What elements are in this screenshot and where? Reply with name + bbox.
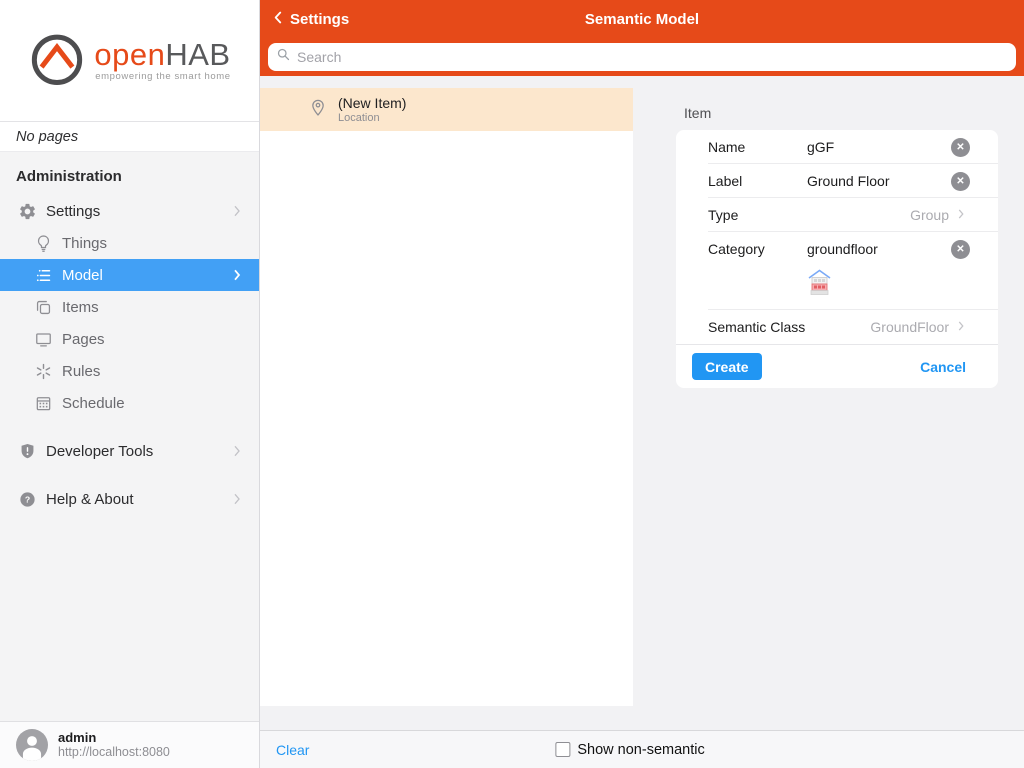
- search-icon: [276, 47, 291, 67]
- sidebar-item-label: Model: [62, 267, 103, 284]
- items-copy-icon: [33, 297, 53, 317]
- model-tree-panel: (New Item) Location: [260, 88, 633, 706]
- sidebar-item-label: Schedule: [62, 395, 125, 412]
- chevron-right-icon: [229, 491, 245, 507]
- sidebar-item-label: Rules: [62, 363, 100, 380]
- chevron-right-icon: [229, 203, 245, 219]
- rules-spark-icon: [33, 361, 53, 381]
- chevron-right-icon: [229, 443, 245, 459]
- searchbar: [260, 38, 1024, 76]
- item-detail-panel: Item Name ✕ Label ✕ Type Group: [676, 105, 998, 388]
- back-button-label: Settings: [290, 11, 349, 28]
- openhab-logo-mark-icon: [28, 29, 86, 92]
- avatar: [16, 729, 48, 761]
- field-label: Type: [708, 207, 807, 223]
- sidebar-item-settings[interactable]: Settings: [0, 195, 259, 227]
- chevron-right-icon: [954, 207, 968, 224]
- sidebar-menu: Administration Settings Things Model: [0, 152, 259, 721]
- clear-input-icon[interactable]: ✕: [951, 240, 970, 259]
- content: (New Item) Location Item Name ✕ Label ✕: [260, 76, 1024, 730]
- category-icon-preview: [676, 266, 998, 310]
- user-url: http://localhost:8080: [58, 745, 170, 760]
- clear-button[interactable]: Clear: [276, 742, 309, 758]
- sidebar-item-label: Items: [62, 299, 99, 316]
- sidebar-item-things[interactable]: Things: [0, 227, 259, 259]
- sidebar-item-schedule[interactable]: Schedule: [0, 387, 259, 419]
- model-tree-icon: [33, 265, 53, 285]
- sidebar-item-rules[interactable]: Rules: [0, 355, 259, 387]
- shield-exclamation-icon: [17, 441, 37, 461]
- tree-item-subtitle: Location: [338, 112, 406, 125]
- navbar: Settings Semantic Model: [260, 0, 1024, 38]
- show-non-semantic-toggle[interactable]: Show non-semantic: [555, 742, 704, 758]
- form-footer: Create Cancel: [676, 344, 998, 388]
- form-row-category: Category ✕: [676, 232, 998, 266]
- item-form-card: Name ✕ Label ✕ Type Group: [676, 130, 998, 388]
- back-button[interactable]: Settings: [270, 0, 349, 38]
- schedule-calendar-icon: [33, 393, 53, 413]
- sidebar-item-label: Pages: [62, 331, 105, 348]
- pages-monitor-icon: [33, 329, 53, 349]
- cancel-button[interactable]: Cancel: [920, 359, 966, 375]
- tree-item-new-item[interactable]: (New Item) Location: [260, 88, 633, 131]
- sidebar-item-label: Things: [62, 235, 107, 252]
- sidebar-item-model[interactable]: Model: [0, 259, 259, 291]
- question-circle-icon: ?: [17, 489, 37, 509]
- form-row-name: Name ✕: [676, 130, 998, 164]
- sidebar-item-help-about[interactable]: ? Help & About: [0, 483, 259, 515]
- sidebar-item-items[interactable]: Items: [0, 291, 259, 323]
- lightbulb-icon: [33, 233, 53, 253]
- semantic-class-select[interactable]: GroundFloor: [870, 319, 970, 336]
- openhab-logo: openHAB empowering the smart home: [0, 0, 259, 121]
- search-field[interactable]: [268, 43, 1016, 71]
- create-button[interactable]: Create: [692, 353, 762, 380]
- sidebar-item-pages[interactable]: Pages: [0, 323, 259, 355]
- name-input[interactable]: [807, 139, 951, 155]
- field-label: Label: [708, 173, 807, 189]
- item-block-title: Item: [684, 105, 998, 121]
- brand-name: openHAB: [94, 40, 230, 70]
- chevron-right-icon: [229, 267, 245, 283]
- category-input[interactable]: [807, 241, 951, 257]
- search-input[interactable]: [297, 49, 1016, 65]
- page-title: Semantic Model: [260, 0, 1024, 38]
- no-pages-label: No pages: [0, 121, 259, 152]
- chevron-right-icon: [954, 319, 968, 336]
- sidebar-item-label: Help & About: [46, 491, 134, 508]
- groundfloor-icon: [806, 284, 833, 301]
- field-label: Semantic Class: [708, 319, 807, 335]
- sidebar: openHAB empowering the smart home No pag…: [0, 0, 260, 768]
- label-input[interactable]: [807, 173, 951, 189]
- sidebar-item-label: Developer Tools: [46, 443, 153, 460]
- type-select[interactable]: Group: [910, 207, 970, 224]
- clear-input-icon[interactable]: ✕: [951, 172, 970, 191]
- checkbox-label: Show non-semantic: [577, 742, 704, 758]
- sidebar-item-developer-tools[interactable]: Developer Tools: [0, 435, 259, 467]
- user-name: admin: [58, 730, 170, 745]
- form-row-semantic-class: Semantic Class GroundFloor: [676, 310, 998, 344]
- svg-text:?: ?: [24, 494, 29, 504]
- bottom-toolbar: Clear Show non-semantic: [260, 730, 1024, 768]
- sidebar-item-label: Settings: [46, 203, 100, 220]
- main-area: Settings Semantic Model (New Item) Locat…: [260, 0, 1024, 768]
- field-label: Name: [708, 139, 807, 155]
- location-pin-icon: [308, 97, 328, 122]
- gear-icon: [17, 201, 37, 221]
- account-panel[interactable]: admin http://localhost:8080: [0, 721, 259, 768]
- clear-input-icon[interactable]: ✕: [951, 138, 970, 157]
- field-label: Category: [708, 241, 807, 257]
- form-row-type: Type Group: [676, 198, 998, 232]
- tree-item-title: (New Item): [338, 95, 406, 112]
- brand-tagline: empowering the smart home: [94, 71, 230, 82]
- show-non-semantic-checkbox[interactable]: [555, 742, 570, 757]
- form-row-label: Label ✕: [676, 164, 998, 198]
- section-title-administration: Administration: [16, 168, 243, 185]
- chevron-left-icon: [270, 9, 287, 30]
